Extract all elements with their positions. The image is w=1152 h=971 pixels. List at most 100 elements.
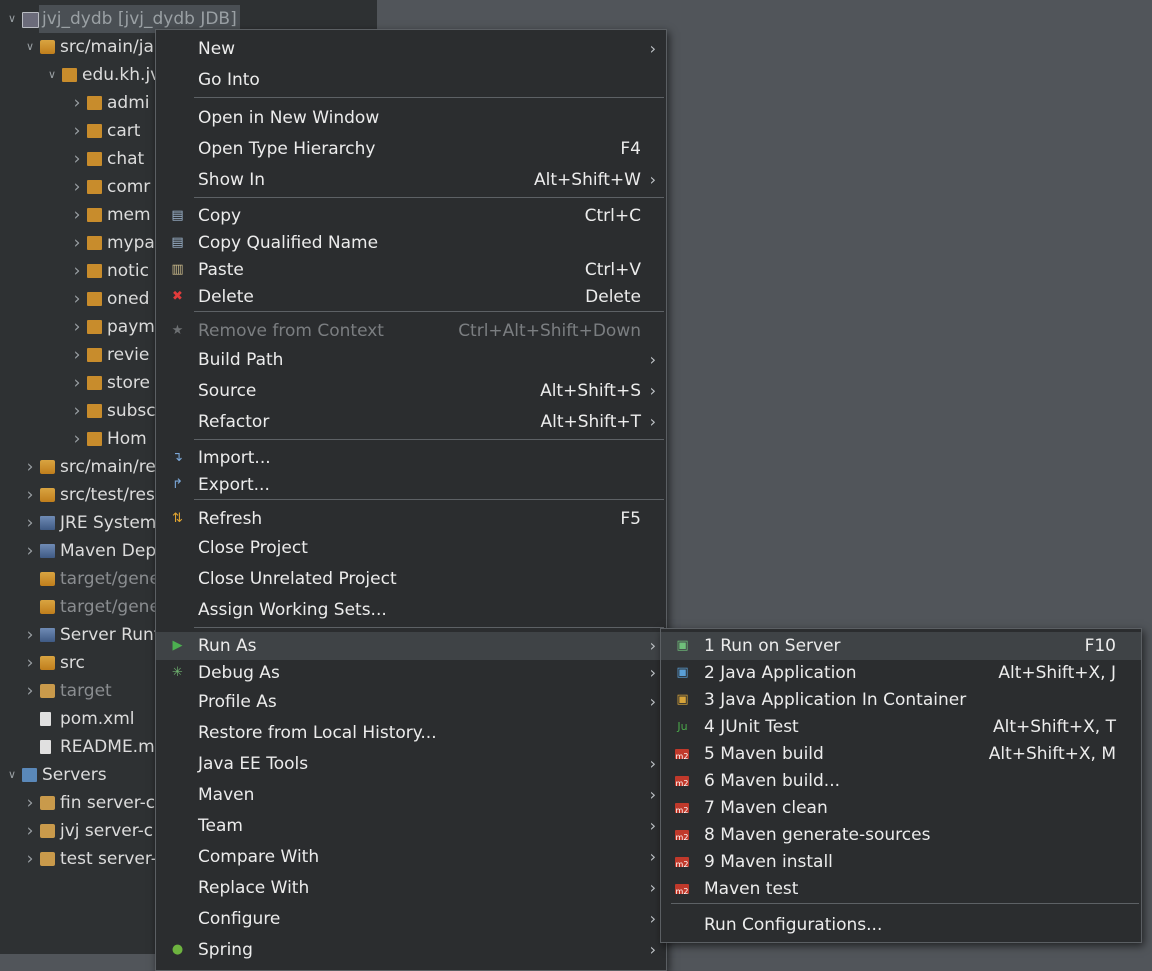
chevron-right-icon[interactable]: › [70,117,84,145]
chevron-right-icon: › [649,909,656,928]
menu-item-new[interactable]: New › [156,35,666,63]
menu-item-export[interactable]: ↱ Export... [156,471,666,499]
menu-item-run-as[interactable]: ▶ Run As › [156,632,666,660]
chevron-right-icon[interactable]: › [70,341,84,369]
menu-item-refresh[interactable]: ⇅ Refresh F5 [156,505,666,533]
chevron-right-icon[interactable]: › [23,817,37,845]
chevron-right-icon[interactable]: › [23,845,37,873]
tree-item-label: target/gene [60,597,160,617]
menu-item-label: Copy [198,206,242,226]
package-icon [87,320,102,334]
tree-item-label: src/main/ja [60,37,154,57]
menu-item-go-into[interactable]: Go Into [156,66,666,94]
chevron-right-icon[interactable]: › [23,621,37,649]
menu-item-copy[interactable]: ▤ Copy Ctrl+C [156,202,666,230]
menu-item-configure[interactable]: Configure › [156,905,666,933]
menu-item-8-maven-generate-sources[interactable]: m2 8 Maven generate-sources [661,821,1141,849]
menu-item-spring[interactable]: ● Spring › [156,936,666,964]
chevron-right-icon[interactable]: › [70,313,84,341]
menu-item-label: Paste [198,260,244,280]
menu-item-import[interactable]: ↴ Import... [156,444,666,472]
chevron-down-icon[interactable]: ∨ [45,61,59,89]
chevron-right-icon[interactable]: › [70,173,84,201]
tree-item-label: revie [107,345,150,365]
menu-item-remove-from-context[interactable]: ★ Remove from Context Ctrl+Alt+Shift+Down [156,317,666,345]
chevron-right-icon[interactable]: › [70,201,84,229]
chevron-right-icon[interactable]: › [70,229,84,257]
menu-item-assign-working-sets[interactable]: Assign Working Sets... [156,596,666,624]
chevron-right-icon[interactable]: › [70,145,84,173]
menu-item-team[interactable]: Team › [156,812,666,840]
menu-item-profile-as[interactable]: Profile As › [156,688,666,716]
paste-icon: ▥ [171,262,184,277]
menu-item-label: Replace With [198,878,310,898]
chevron-right-icon[interactable]: › [23,453,37,481]
menu-item-label: Source [198,381,257,401]
menu-item-close-unrelated-project[interactable]: Close Unrelated Project [156,565,666,593]
menu-item-shortcut: Alt+Shift+X, T [993,717,1116,737]
menu-item-source[interactable]: Source Alt+Shift+S › [156,377,666,405]
menu-item-compare-with[interactable]: Compare With › [156,843,666,871]
chevron-down-icon[interactable]: ∨ [5,5,19,33]
chevron-right-icon[interactable]: › [70,397,84,425]
tree-item-label: fin server-c [60,793,156,813]
menu-item-open-type-hierarchy[interactable]: Open Type Hierarchy F4 [156,135,666,163]
chevron-right-icon[interactable]: › [23,481,37,509]
chevron-right-icon[interactable]: › [23,537,37,565]
menu-item-shortcut: F10 [1084,636,1116,656]
menu-item-label: 9 Maven install [704,852,833,872]
chevron-right-icon[interactable]: › [70,257,84,285]
menu-item-4-junit-test[interactable]: Ju 4 JUnit Test Alt+Shift+X, T [661,713,1141,741]
library-icon [40,516,55,530]
chevron-right-icon[interactable]: › [23,677,37,705]
menu-item-2-java-application[interactable]: ▣ 2 Java Application Alt+Shift+X, J [661,659,1141,687]
package-folder-icon [40,40,55,54]
chevron-right-icon[interactable]: › [70,425,84,453]
menu-item-restore-from-local-history[interactable]: Restore from Local History... [156,719,666,747]
menu-item-build-path[interactable]: Build Path › [156,346,666,374]
menu-item-replace-with[interactable]: Replace With › [156,874,666,902]
menu-item-3-java-application-in-container[interactable]: ▣ 3 Java Application In Container [661,686,1141,714]
menu-item-open-in-new-window[interactable]: Open in New Window [156,104,666,132]
tree-item-label: jvj server-c [60,821,154,841]
tree-item-label: README.m [60,737,155,757]
tree-item-label: paym [107,317,155,337]
chevron-right-icon[interactable]: › [70,369,84,397]
chevron-right-icon[interactable]: › [70,89,84,117]
package-icon [87,348,102,362]
package-icon [87,292,102,306]
chevron-right-icon[interactable]: › [70,285,84,313]
menu-item-shortcut: Ctrl+V [584,260,641,280]
menu-item-maven-test[interactable]: m2 Maven test [661,875,1141,903]
menu-item-6-maven-build[interactable]: m2 6 Maven build... [661,767,1141,795]
menu-item-5-maven-build[interactable]: m2 5 Maven build Alt+Shift+X, M [661,740,1141,768]
tree-item-label: target [60,681,112,701]
chevron-right-icon[interactable]: › [23,649,37,677]
chevron-down-icon[interactable]: ∨ [5,761,19,789]
menu-item-9-maven-install[interactable]: m2 9 Maven install [661,848,1141,876]
chevron-right-icon: › [649,816,656,835]
tree-item-label: subsc [107,401,156,421]
menu-item-debug-as[interactable]: ✳ Debug As › [156,659,666,687]
maven-icon: m2 [675,884,689,896]
tree-item-label: notic [107,261,149,281]
menu-item-java-ee-tools[interactable]: Java EE Tools › [156,750,666,778]
chevron-right-icon: › [649,940,656,959]
chevron-down-icon[interactable]: ∨ [23,33,37,61]
menu-item-run-configurations[interactable]: Run Configurations... [661,911,1141,939]
menu-item-7-maven-clean[interactable]: m2 7 Maven clean [661,794,1141,822]
chevron-right-icon: › [649,847,656,866]
java-container-icon: ▣ [676,692,689,707]
menu-item-maven[interactable]: Maven › [156,781,666,809]
menu-item-close-project[interactable]: Close Project [156,534,666,562]
menu-item-show-in[interactable]: Show In Alt+Shift+W › [156,166,666,194]
menu-item-copy-qualified-name[interactable]: ▤ Copy Qualified Name [156,229,666,257]
menu-item-delete[interactable]: ✖ Delete Delete [156,283,666,311]
menu-item-1-run-on-server[interactable]: ▣ 1 Run on Server F10 [661,632,1141,660]
package-icon [87,376,102,390]
menu-item-refactor[interactable]: Refactor Alt+Shift+T › [156,408,666,436]
menu-item-paste[interactable]: ▥ Paste Ctrl+V [156,256,666,284]
chevron-right-icon[interactable]: › [23,509,37,537]
chevron-right-icon[interactable]: › [23,789,37,817]
menu-item-label: Open in New Window [198,108,380,128]
